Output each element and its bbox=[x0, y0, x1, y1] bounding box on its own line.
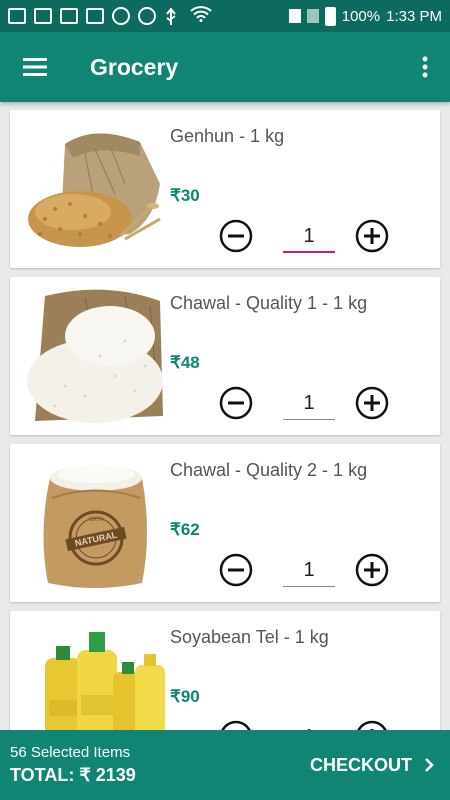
quantity-stepper: 1 bbox=[218, 719, 390, 730]
quantity-input[interactable]: 1 bbox=[283, 720, 335, 730]
menu-button[interactable] bbox=[0, 32, 70, 102]
product-card[interactable]: Soyabean Tel - 1 kg ₹90 1 bbox=[10, 611, 440, 730]
product-info: Genhun - 1 kg ₹30 1 bbox=[170, 110, 440, 268]
gmail-icon bbox=[86, 8, 104, 24]
decrease-button[interactable] bbox=[218, 552, 254, 588]
selected-items-count: 56 Selected Items bbox=[10, 744, 131, 761]
signal-icon bbox=[288, 9, 301, 23]
cart-summary-bar: 56 Selected Items TOTAL: ₹ 2139 CHECKOUT bbox=[0, 730, 450, 800]
product-price: ₹30 bbox=[170, 186, 200, 205]
wheat-sack-image bbox=[20, 114, 170, 264]
plus-circle-icon bbox=[355, 386, 389, 420]
overflow-menu-button[interactable] bbox=[400, 32, 450, 102]
quantity-input[interactable]: 1 bbox=[283, 219, 335, 253]
minus-circle-icon bbox=[221, 720, 251, 730]
product-price: ₹90 bbox=[170, 687, 200, 706]
quantity-input[interactable]: 1 bbox=[283, 553, 335, 587]
usb-icon bbox=[164, 7, 182, 25]
rice-sack-image bbox=[20, 281, 170, 431]
image-icon bbox=[8, 8, 26, 24]
increase-button[interactable] bbox=[354, 385, 390, 421]
product-info: Chawal - Quality 1 - 1 kg ₹48 1 bbox=[170, 277, 440, 435]
decrease-button[interactable] bbox=[218, 218, 254, 254]
app-bar: Grocery bbox=[0, 32, 450, 102]
plus-circle-icon bbox=[355, 219, 389, 253]
checkout-button[interactable]: CHECKOUT bbox=[310, 755, 440, 776]
cart-summary: 56 Selected Items TOTAL: ₹ 2139 bbox=[10, 744, 136, 786]
quantity-stepper: 1 bbox=[218, 552, 390, 588]
product-name: Genhun - 1 kg bbox=[170, 126, 285, 146]
product-price: ₹62 bbox=[170, 520, 200, 539]
wifi-icon bbox=[190, 5, 212, 27]
gmail-icon bbox=[60, 8, 78, 24]
product-card[interactable]: Genhun - 1 kg ₹30 1 bbox=[10, 110, 440, 268]
quantity-stepper: 1 bbox=[218, 218, 390, 254]
decrease-button[interactable] bbox=[218, 385, 254, 421]
decrease-button[interactable] bbox=[218, 719, 254, 730]
natural-rice-sack-image: NATURAL 100% bbox=[20, 448, 170, 598]
product-list[interactable]: Genhun - 1 kg ₹30 1 Chawal - Quality 1 -… bbox=[0, 102, 450, 730]
chevron-right-icon bbox=[425, 758, 434, 772]
product-info: Soyabean Tel - 1 kg ₹90 1 bbox=[170, 611, 440, 730]
quantity-stepper: 1 bbox=[218, 385, 390, 421]
product-info: Chawal - Quality 2 - 1 kg ₹62 1 bbox=[170, 444, 440, 602]
product-name: Chawal - Quality 2 - 1 kg bbox=[170, 460, 368, 480]
more-vert-icon bbox=[422, 56, 428, 78]
svg-text:100%: 100% bbox=[88, 517, 104, 523]
oil-bottles-image bbox=[20, 615, 170, 730]
hamburger-icon bbox=[23, 58, 47, 76]
signal-icon bbox=[306, 9, 319, 23]
g-icon bbox=[112, 7, 130, 25]
plus-circle-icon bbox=[355, 553, 389, 587]
minus-circle-icon bbox=[219, 386, 253, 420]
quantity-input[interactable]: 1 bbox=[283, 386, 335, 420]
plus-circle-icon bbox=[357, 720, 387, 730]
news-icon bbox=[34, 8, 52, 24]
page-title: Grocery bbox=[90, 53, 179, 80]
product-card[interactable]: Chawal - Quality 1 - 1 kg ₹48 1 bbox=[10, 277, 440, 435]
increase-button[interactable] bbox=[354, 218, 390, 254]
increase-button[interactable] bbox=[354, 552, 390, 588]
product-card[interactable]: NATURAL 100% Chawal - Quality 2 - 1 kg ₹… bbox=[10, 444, 440, 602]
clock: 1:33 PM bbox=[386, 7, 442, 25]
android-icon bbox=[138, 7, 156, 25]
cart-total: TOTAL: ₹ 2139 bbox=[10, 765, 136, 785]
battery-percent: 100% bbox=[341, 7, 381, 25]
product-name: Chawal - Quality 1 - 1 kg bbox=[170, 293, 368, 313]
status-bar: 100% 1:33 PM bbox=[0, 0, 450, 32]
notification-icons bbox=[8, 5, 212, 27]
minus-circle-icon bbox=[219, 219, 253, 253]
minus-circle-icon bbox=[219, 553, 253, 587]
checkout-label: CHECKOUT bbox=[310, 754, 412, 775]
product-name: Soyabean Tel - 1 kg bbox=[170, 627, 329, 647]
increase-button[interactable] bbox=[354, 719, 390, 730]
system-status: 100% 1:33 PM bbox=[288, 6, 442, 26]
battery-icon bbox=[324, 6, 336, 26]
product-price: ₹48 bbox=[170, 353, 200, 372]
